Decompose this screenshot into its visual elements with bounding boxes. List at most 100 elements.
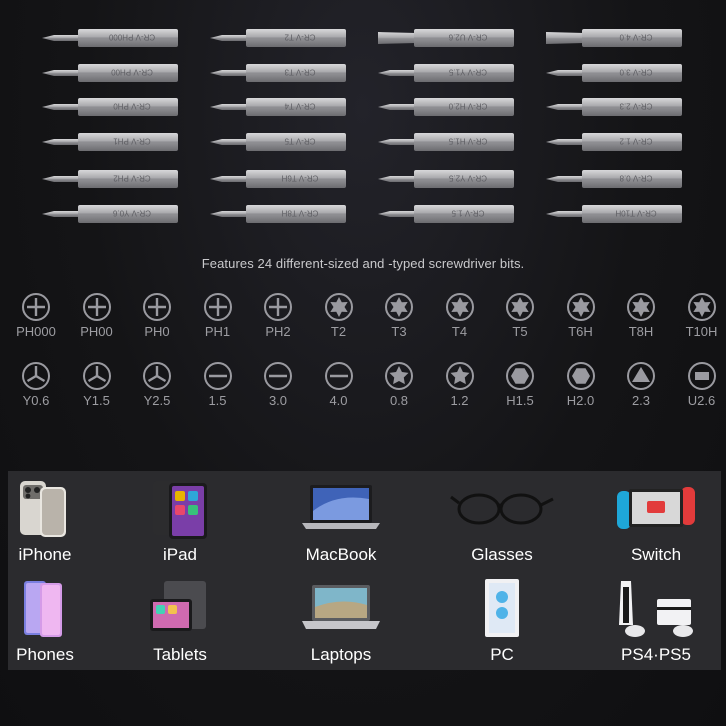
bit-type-item: 4.0 [309, 361, 369, 421]
bit-type-item: 1.2 [430, 361, 490, 421]
bit-icon: CR-V Y2.5 [378, 170, 514, 188]
bit-icon: CR-V PH2 [42, 170, 178, 188]
bit-type-item: H1.5 [490, 361, 550, 421]
bit-icon: CR-V 1.5 [378, 205, 514, 223]
bit-type-label: 1.2 [450, 393, 469, 408]
bit-type-item: Y2.5 [127, 361, 187, 421]
phillips-icon [203, 293, 232, 321]
bit-icon: CR-V U2.6 [378, 29, 514, 47]
bit-type-label: T5 [512, 324, 528, 339]
screwdriver-bit: CR-V H1.5 [376, 131, 516, 153]
glasses-icon [450, 493, 554, 525]
screwdriver-bit: CR-V T6H [208, 168, 348, 190]
device-item: Laptops [281, 577, 401, 669]
svg-text:CR-V PH0: CR-V PH0 [113, 102, 151, 111]
playstation-icon [619, 581, 693, 637]
bit-type-label: T2 [330, 324, 347, 339]
screwdriver-bit: CR-V T8H [208, 203, 348, 225]
bit-type-label: 0.8 [389, 393, 409, 408]
screwdriver-bits-grid: CR-V PH000 CR-V PH00 CR-V PH0 CR-V PH1 CR-V … [0, 0, 726, 240]
bit-type-label: PH2 [265, 324, 291, 339]
svg-text:CR-V 3.0: CR-V 3.0 [619, 68, 652, 77]
bit-type-label: T8H [628, 324, 654, 339]
screwdriver-bit: CR-V 1.2 [544, 131, 684, 153]
bit-icon: CR-V T8H [210, 205, 346, 223]
bit-type-item: 2.3 [611, 361, 671, 421]
bit-type-item: 3.0 [248, 361, 308, 421]
svg-text:CR-V T2: CR-V T2 [284, 33, 316, 42]
svg-text:CR-V U2.6: CR-V U2.6 [448, 33, 487, 42]
tri-wing-icon [82, 362, 111, 390]
svg-text:CR-V T6H: CR-V T6H [281, 174, 318, 183]
screwdriver-bit: CR-V 2.3 [544, 96, 684, 118]
bit-type-label: PH0 [144, 324, 170, 339]
svg-text:CR-V PH00: CR-V PH00 [111, 68, 153, 77]
slotted-icon [324, 362, 353, 390]
bit-type-item: T6H [551, 292, 611, 352]
screwdriver-bit: CR-V H2.0 [376, 96, 516, 118]
device-item: MacBook [281, 477, 401, 569]
bit-type-label: 3.0 [268, 393, 288, 408]
bit-type-label: U2.6 [687, 393, 716, 408]
iphone-icon [20, 481, 66, 537]
laptops-icon [302, 585, 380, 629]
screwdriver-bit: CR-V Y0.6 [40, 203, 180, 225]
bit-type-item: 0.8 [369, 361, 429, 421]
svg-text:CR-V T8H: CR-V T8H [281, 209, 318, 218]
svg-text:CR-V H2.0: CR-V H2.0 [448, 102, 487, 111]
bit-icon: CR-V H1.5 [378, 133, 514, 151]
device-label: Tablets [153, 645, 207, 664]
bit-type-item: T8H [611, 292, 671, 352]
bit-type-label: PH1 [204, 324, 231, 339]
bit-type-label: T6H [568, 324, 593, 339]
screwdriver-bit: CR-V 3.0 [544, 62, 684, 84]
torx-icon [627, 293, 655, 321]
bit-icon: CR-V PH1 [42, 133, 178, 151]
bit-type-label: H2.0 [566, 393, 595, 408]
tablets-icon [150, 581, 206, 631]
svg-text:CR-V 1.2: CR-V 1.2 [619, 137, 652, 146]
device-label: Phones [16, 645, 74, 664]
svg-text:CR-V H1.5: CR-V H1.5 [448, 137, 487, 146]
bit-type-item: PH0 [127, 292, 187, 352]
svg-text:CR-V Y1.5: CR-V Y1.5 [448, 68, 487, 77]
torx-icon [506, 293, 534, 321]
bit-type-item: PH1 [188, 292, 248, 352]
product-infographic: CR-V PH000 CR-V PH00 CR-V PH0 CR-V PH1 CR-V … [0, 0, 726, 726]
phillips-icon [22, 293, 50, 321]
bit-type-item: T2 [309, 292, 369, 352]
bit-type-label: 4.0 [329, 393, 348, 408]
torx-icon [324, 293, 353, 321]
device-label: Switch [630, 545, 682, 564]
bit-type-item: T4 [430, 292, 490, 352]
screwdriver-bit: CR-V 1.5 [376, 203, 516, 225]
bit-icon: CR-V T4 [210, 98, 346, 116]
screwdriver-bit: CR-V T10H [544, 203, 684, 225]
screwdriver-bit: CR-V T5 [208, 131, 348, 153]
phillips-icon [264, 293, 292, 321]
torx-icon [385, 293, 413, 321]
bit-icon: CR-V T3 [210, 64, 346, 82]
u-shape-icon [687, 362, 716, 390]
hex-icon [566, 362, 595, 390]
tri-wing-icon [22, 362, 50, 390]
screwdriver-bit: CR-V PH000 [40, 27, 180, 49]
macbook-icon [302, 485, 380, 529]
bit-type-label: 1.5 [208, 393, 227, 408]
slotted-icon [264, 362, 292, 390]
bits-tagline: Features 24 different-sized and -typed s… [201, 256, 525, 271]
torx-icon [445, 293, 474, 321]
hex-icon [506, 362, 534, 390]
bit-type-item: PH00 [67, 292, 127, 352]
screwdriver-bit: CR-V 0.8 [544, 168, 684, 190]
screwdriver-bit: CR-V Y2.5 [376, 168, 516, 190]
screwdriver-bit: CR-V T4 [208, 96, 348, 118]
device-label: iPhone [18, 545, 72, 564]
screwdriver-bit: CR-V PH00 [40, 62, 180, 84]
screwdriver-bit: CR-V PH0 [40, 96, 180, 118]
pc-icon [485, 579, 519, 637]
svg-text:CR-V T4: CR-V T4 [284, 102, 316, 111]
device-label: PC [490, 645, 514, 664]
torx-icon [687, 293, 716, 321]
svg-text:CR-V 1.5: CR-V 1.5 [451, 209, 484, 218]
